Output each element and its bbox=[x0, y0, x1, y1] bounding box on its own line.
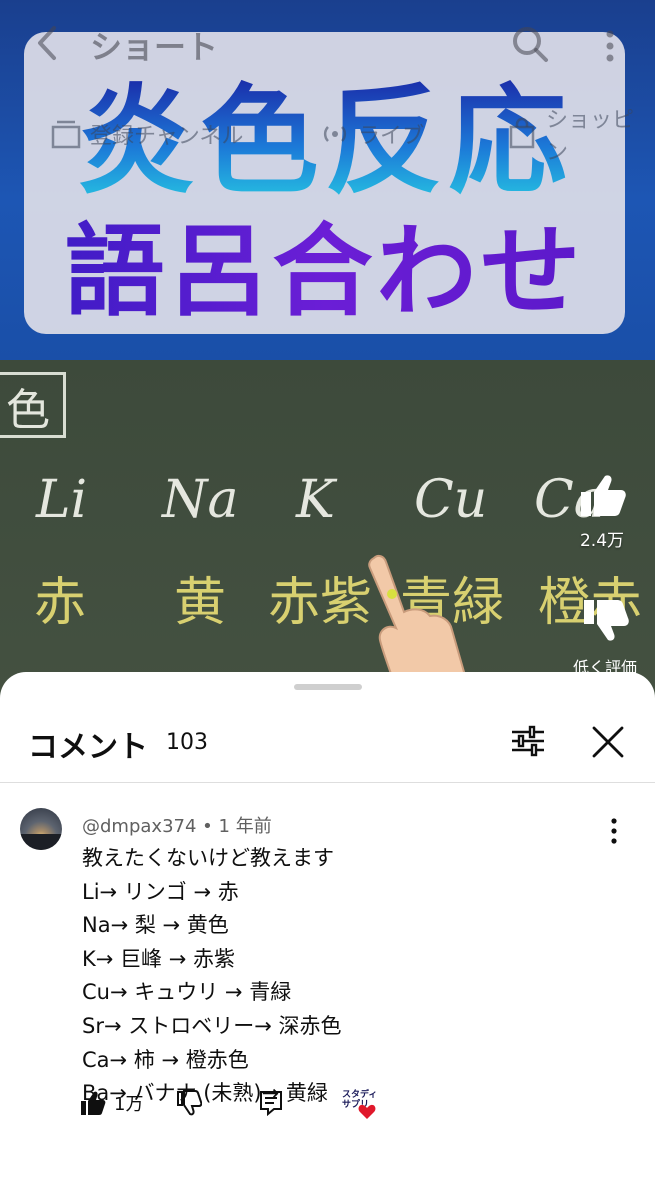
thumbs-up-icon bbox=[581, 475, 626, 516]
chip-label: 登録チャンネル bbox=[90, 124, 244, 149]
video-overlay-subtitle: 語呂合わせ bbox=[24, 212, 625, 332]
comments-count: 103 bbox=[166, 730, 208, 755]
chip-shopping[interactable]: ショッピン bbox=[506, 108, 655, 165]
sliders-icon[interactable] bbox=[510, 724, 546, 758]
thumbs-down-icon bbox=[584, 600, 629, 641]
avatar[interactable] bbox=[20, 808, 62, 850]
blackboard: 色 Li Na K Cu Ca 赤 黄 赤紫 青緑 橙赤 bbox=[0, 360, 655, 700]
video-like-button[interactable]: 2.4万 bbox=[572, 472, 632, 551]
chip-live[interactable]: ライブ bbox=[318, 112, 424, 156]
flame-color: 黄 bbox=[174, 573, 227, 633]
more-vertical-icon[interactable] bbox=[604, 816, 624, 846]
flame-color: 赤紫 bbox=[268, 573, 373, 633]
element-symbol: K bbox=[296, 470, 335, 530]
board-char: 色 bbox=[6, 385, 50, 436]
shopping-bag-icon bbox=[509, 117, 535, 149]
title-card: 炎色反応 語呂合わせ bbox=[24, 32, 625, 334]
reply-icon[interactable] bbox=[258, 1090, 284, 1116]
comment-like-button[interactable]: 1万 bbox=[80, 1090, 143, 1116]
filter-chip-row: 登録チャンネル ライブ ショッピン bbox=[0, 108, 655, 165]
live-icon bbox=[323, 126, 347, 142]
comment-time: 1 年前 bbox=[218, 816, 272, 837]
subscriptions-icon bbox=[51, 120, 81, 149]
shorts-header: ショート bbox=[0, 22, 655, 66]
comment-meta: @dmpax374 • 1 年前 bbox=[82, 812, 272, 838]
divider bbox=[0, 782, 655, 783]
comment-like-count: 1万 bbox=[114, 1094, 144, 1115]
comment-line: Cu→ キュウリ → 青緑 bbox=[82, 980, 292, 1005]
video-player[interactable]: 炎色反応 語呂合わせ 色 Li Na K Cu Ca 赤 黄 赤紫 青緑 橙赤 … bbox=[0, 0, 655, 700]
element-symbol: Na bbox=[162, 470, 239, 530]
search-icon[interactable] bbox=[510, 24, 550, 64]
comments-sheet: コメント 103 @dmpax374 • 1 年前 教えたくないけど教えます L… bbox=[0, 672, 655, 1200]
header-title: ショート bbox=[90, 28, 219, 66]
drag-handle[interactable] bbox=[294, 684, 362, 690]
more-vertical-icon[interactable] bbox=[600, 26, 620, 66]
video-dislike-button[interactable]: 低く評価 bbox=[560, 598, 650, 678]
comment-line: 教えたくないけど教えます bbox=[82, 846, 334, 870]
element-symbol: Cu bbox=[414, 470, 488, 530]
chip-subscriptions[interactable]: 登録チャンネル bbox=[50, 112, 243, 156]
comment-body: 教えたくないけど教えます Li→ リンゴ → 赤 Na→ 梨 → 黄色 K→ 巨… bbox=[82, 842, 602, 1111]
meta-separator: • bbox=[202, 816, 219, 837]
comment-author[interactable]: @dmpax374 bbox=[82, 816, 196, 837]
comments-title: コメント bbox=[28, 730, 148, 765]
chip-label: ショッピン bbox=[546, 108, 635, 165]
thumbs-up-icon bbox=[81, 1091, 106, 1115]
comment-actions: 1万 スタディ サプリ bbox=[0, 1090, 655, 1130]
creator-heart-badge: スタディ サプリ bbox=[340, 1086, 380, 1126]
chip-label: ライブ bbox=[358, 124, 425, 149]
chevron-left-icon[interactable] bbox=[30, 24, 66, 62]
close-icon[interactable] bbox=[590, 724, 626, 760]
comment-line: Na→ 梨 → 黄色 bbox=[82, 913, 229, 938]
heart-icon bbox=[358, 1104, 376, 1119]
element-symbol: Li bbox=[36, 470, 88, 530]
flame-color: 赤 bbox=[34, 573, 87, 633]
comment-line: Li→ リンゴ → 赤 bbox=[82, 879, 239, 904]
comment-line: Ca→ 柿 → 橙赤色 bbox=[82, 1047, 249, 1072]
video-like-count: 2.4万 bbox=[579, 531, 625, 551]
comment-line: K→ 巨峰 → 赤紫 bbox=[82, 946, 235, 971]
thumbs-down-icon[interactable] bbox=[176, 1090, 202, 1116]
comment-line: Sr→ ストロベリー→ 深赤色 bbox=[82, 1013, 342, 1038]
